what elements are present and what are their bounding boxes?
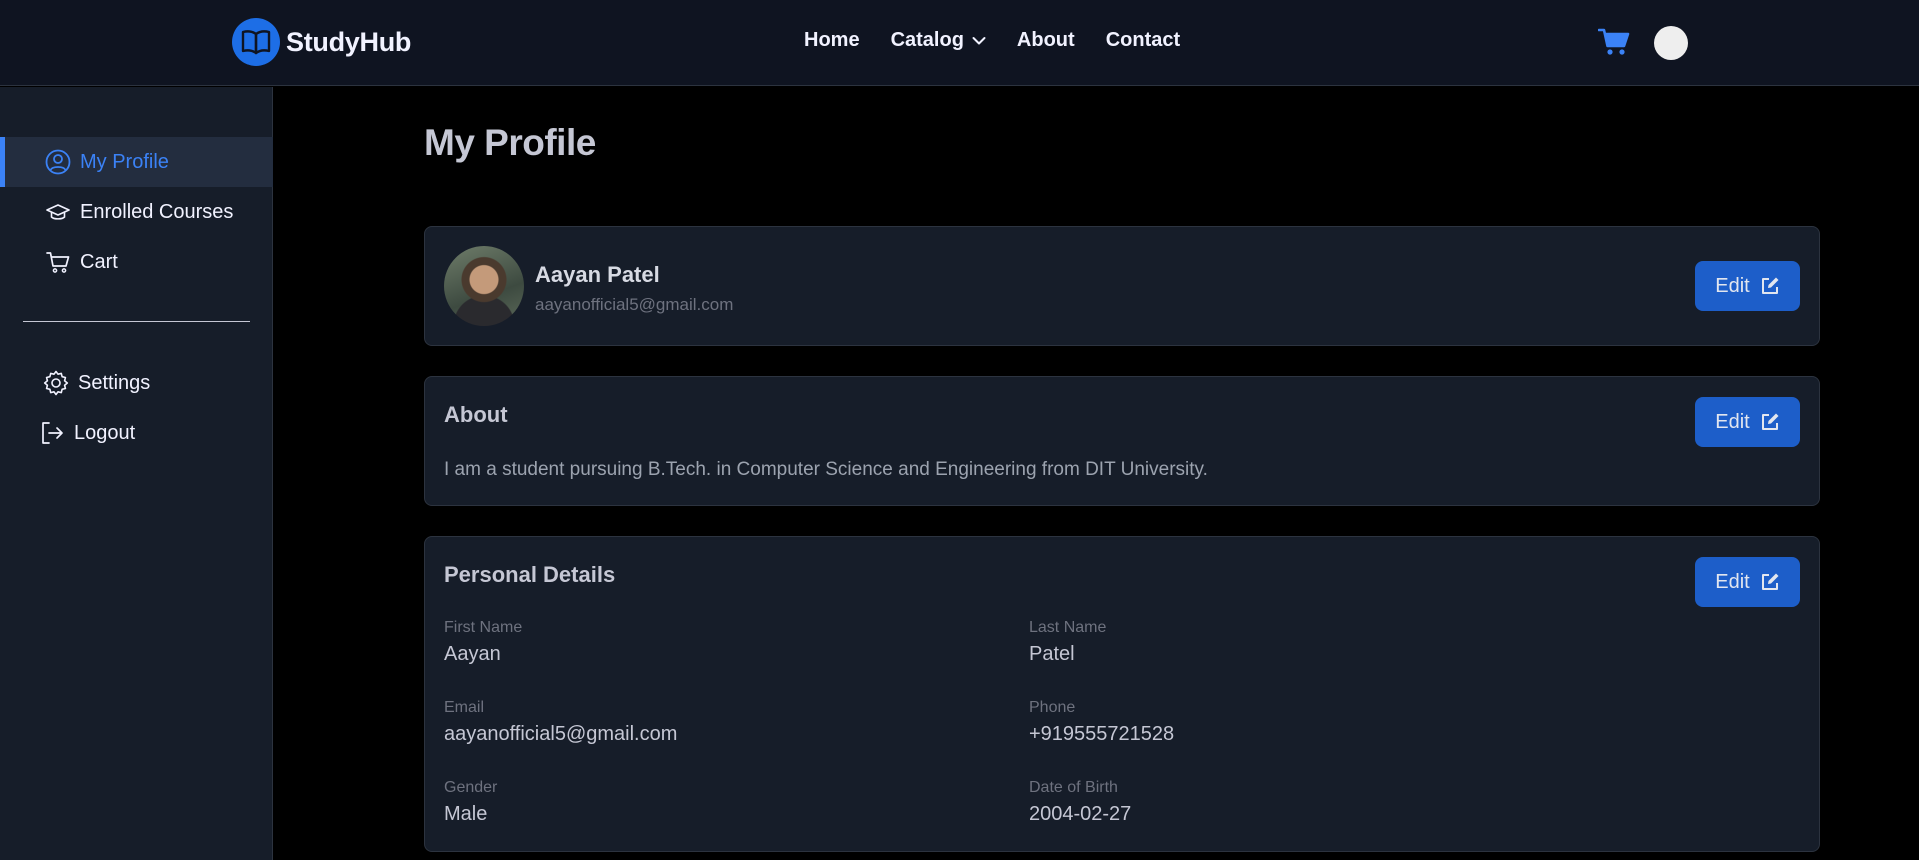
nav-link-about-label: About: [1016, 29, 1075, 51]
graduation-cap-icon: [44, 198, 72, 226]
about-card: About I am a student pursuing B.Tech. in…: [424, 376, 1820, 506]
personal-details-heading: Personal Details: [444, 562, 616, 587]
open-book-icon: [232, 18, 280, 66]
sidebar-item-logout[interactable]: Logout: [0, 408, 273, 458]
field-value: Male: [444, 803, 488, 825]
sidebar-item-label: Cart: [80, 250, 118, 273]
field-value: +919555721528: [1029, 723, 1175, 745]
sidebar-item-my-profile[interactable]: My Profile: [0, 137, 273, 187]
profile-email: aayanofficial5@gmail.com: [535, 295, 734, 314]
field-value: Aayan: [444, 643, 501, 665]
edit-icon: [1760, 572, 1780, 592]
sidebar-item-label: My Profile: [80, 150, 169, 173]
nav-link-contact-label: Contact: [1105, 29, 1181, 51]
edit-personal-details-button[interactable]: Edit: [1695, 557, 1800, 607]
field-label: Date of Birth: [1029, 779, 1118, 796]
field-label: Gender: [444, 779, 498, 796]
sidebar-item-enrolled-courses[interactable]: Enrolled Courses: [0, 187, 273, 237]
edit-button-label: Edit: [1715, 410, 1750, 433]
field-value: 2004-02-27: [1029, 803, 1132, 825]
personal-details-card: Personal Details Edit First Name Aayan L…: [424, 536, 1820, 852]
field-last-name: Last Name Patel: [1029, 619, 1106, 666]
gear-icon: [42, 369, 70, 397]
sidebar-item-cart[interactable]: Cart: [0, 237, 273, 287]
field-phone: Phone +919555721528: [1029, 699, 1174, 746]
user-circle-icon: [44, 148, 72, 176]
field-label: Email: [444, 699, 485, 716]
edit-icon: [1760, 412, 1780, 432]
profile-name: Aayan Patel: [535, 262, 660, 287]
edit-profile-button[interactable]: Edit: [1695, 261, 1800, 311]
field-value: aayanofficial5@gmail.com: [444, 723, 678, 745]
edit-icon: [1760, 276, 1780, 296]
cart-icon[interactable]: [1598, 26, 1630, 58]
brand[interactable]: StudyHub: [232, 18, 411, 66]
edit-about-button[interactable]: Edit: [1695, 397, 1800, 447]
edit-button-label: Edit: [1715, 274, 1750, 297]
page-title: My Profile: [424, 122, 596, 163]
sidebar-item-label: Settings: [78, 371, 151, 394]
nav-link-home-label: Home: [804, 29, 860, 51]
field-label: Phone: [1029, 699, 1076, 716]
field-value: Patel: [1029, 643, 1075, 665]
field-label: First Name: [444, 619, 523, 636]
nav-link-catalog-label: Catalog: [890, 29, 964, 51]
profile-card: Aayan Patel aayanofficial5@gmail.com Edi…: [424, 226, 1820, 346]
brand-name: StudyHub: [286, 26, 412, 57]
sidebar: My Profile Enrolled Courses Cart Setting…: [0, 87, 273, 860]
sidebar-divider: [23, 321, 250, 322]
nav-link-home[interactable]: Home: [804, 29, 860, 52]
profile-photo: [444, 246, 524, 326]
nav-link-catalog[interactable]: Catalog: [891, 29, 986, 52]
cart-icon: [44, 248, 72, 276]
field-date-of-birth: Date of Birth 2004-02-27: [1029, 779, 1131, 826]
about-text: I am a student pursuing B.Tech. in Compu…: [444, 459, 1208, 480]
nav-links: Home Catalog About Contact: [804, 29, 1180, 52]
nav-link-about[interactable]: About: [1017, 29, 1075, 52]
nav-link-contact[interactable]: Contact: [1106, 29, 1180, 52]
about-heading: About: [444, 402, 508, 427]
field-first-name: First Name Aayan: [444, 619, 522, 666]
user-avatar[interactable]: [1654, 26, 1688, 60]
edit-button-label: Edit: [1715, 570, 1750, 593]
sidebar-item-settings[interactable]: Settings: [0, 358, 273, 408]
field-email: Email aayanofficial5@gmail.com: [444, 699, 677, 746]
field-gender: Gender Male: [444, 779, 497, 826]
logout-icon: [38, 419, 66, 447]
sidebar-item-label: Enrolled Courses: [80, 200, 234, 223]
sidebar-item-label: Logout: [74, 421, 136, 444]
top-navbar: StudyHub Home Catalog About Contact: [0, 0, 1919, 86]
field-label: Last Name: [1029, 619, 1107, 636]
chevron-down-icon: [972, 36, 986, 46]
